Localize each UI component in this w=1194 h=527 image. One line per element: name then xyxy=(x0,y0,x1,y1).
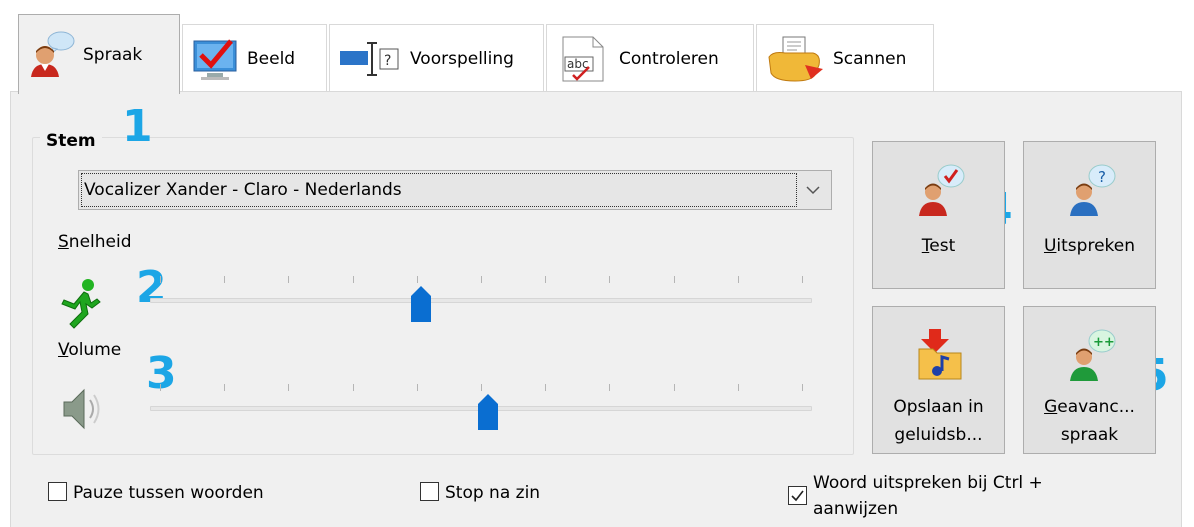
save-audio-button-label: Opslaan in geluidsb... xyxy=(893,393,983,449)
slider-tick xyxy=(545,384,546,391)
slider-tick xyxy=(609,384,610,391)
running-man-icon xyxy=(58,278,102,335)
annotation-1: 1 xyxy=(122,101,153,152)
slider-tick xyxy=(481,276,482,283)
tab-voorspelling[interactable]: ? Voorspelling xyxy=(329,24,544,92)
slider-tick xyxy=(224,276,225,283)
tab-label: Beeld xyxy=(247,48,296,69)
group-title: Stem xyxy=(40,131,102,151)
speak-button-label: Uitspreken xyxy=(1043,236,1136,256)
volume-label-text: olume xyxy=(68,340,122,360)
tab-scannen[interactable]: Scannen xyxy=(756,24,934,92)
slider-tick xyxy=(738,276,739,283)
advanced-speech-button-label: Geavanc... spraak xyxy=(1044,397,1135,445)
settings-window: Spraak Beeld ? Voorspelling abc Controle… xyxy=(0,0,1194,527)
volume-slider[interactable] xyxy=(150,384,812,430)
tab-spraak[interactable]: Spraak xyxy=(18,14,180,94)
pause-between-words-checkbox[interactable]: Pauze tussen woorden xyxy=(48,480,264,506)
checkbox-box[interactable] xyxy=(788,486,807,505)
slider-tick xyxy=(288,384,289,391)
slider-tick xyxy=(609,276,610,283)
monitor-check-icon xyxy=(191,35,239,83)
test-button-label: Test xyxy=(921,236,956,256)
checkbox-box[interactable] xyxy=(420,482,439,501)
tab-label: Voorspelling xyxy=(410,48,514,69)
svg-text:++: ++ xyxy=(1093,335,1115,350)
slider-tick xyxy=(674,384,675,391)
checkbox-label: Stop na zin xyxy=(445,483,541,503)
svg-text:?: ? xyxy=(384,53,391,69)
checkbox-label-line2: aanwijzen xyxy=(813,499,899,519)
slider-tick xyxy=(353,384,354,391)
voice-select-value: Vocalizer Xander - Claro - Nederlands xyxy=(81,173,797,207)
speak-button[interactable]: ? Uitspreken xyxy=(1023,141,1156,289)
slider-tick xyxy=(545,276,546,283)
svg-text:?: ? xyxy=(1098,168,1106,186)
checkmark-icon xyxy=(791,490,804,502)
advanced-speech-line1: eavanc... xyxy=(1057,397,1135,417)
save-audio-line2: geluidsb... xyxy=(894,425,983,445)
speed-slider-track xyxy=(150,298,812,303)
voice-select[interactable]: Vocalizer Xander - Claro - Nederlands xyxy=(78,170,832,210)
speed-slider-thumb[interactable] xyxy=(411,286,431,322)
chevron-down-icon[interactable] xyxy=(801,177,825,203)
speaker-icon xyxy=(60,386,104,437)
checkbox-label: Pauze tussen woorden xyxy=(73,483,264,503)
scanner-icon xyxy=(765,35,825,83)
person-plus-icon: ++ xyxy=(1062,327,1118,383)
advanced-speech-line2: spraak xyxy=(1060,425,1119,445)
slider-tick xyxy=(417,276,418,283)
slider-tick xyxy=(417,384,418,391)
slider-tick xyxy=(160,384,161,391)
speed-label-text: nelheid xyxy=(68,232,132,252)
stop-after-sentence-checkbox[interactable]: Stop na zin xyxy=(420,480,540,506)
volume-slider-thumb[interactable] xyxy=(478,394,498,430)
checkbox-label: Woord uitspreken bij Ctrl + aanwijzen xyxy=(813,470,1043,522)
slider-tick xyxy=(160,276,161,283)
speed-slider[interactable] xyxy=(150,276,812,322)
speed-label: Snelheid xyxy=(58,232,132,252)
tab-label: Spraak xyxy=(83,44,143,65)
checkbox-box[interactable] xyxy=(48,482,67,501)
save-audio-button[interactable]: Opslaan in geluidsb... xyxy=(872,306,1005,454)
spellcheck-document-icon: abc xyxy=(555,35,611,83)
slider-tick xyxy=(353,276,354,283)
save-music-folder-icon xyxy=(911,327,967,383)
text-cursor-icon: ? xyxy=(338,35,402,83)
tab-controleren[interactable]: abc Controleren xyxy=(546,24,754,92)
speak-button-text: itspreken xyxy=(1056,236,1136,256)
slider-tick xyxy=(674,276,675,283)
checkbox-label-line1: Woord uitspreken bij Ctrl + xyxy=(813,473,1043,493)
slider-tick xyxy=(738,384,739,391)
test-button-text: est xyxy=(929,236,956,256)
test-button[interactable]: Test xyxy=(872,141,1005,289)
volume-label: Volume xyxy=(58,340,122,360)
tab-label: Controleren xyxy=(619,48,719,69)
slider-tick xyxy=(288,276,289,283)
person-question-icon: ? xyxy=(1062,162,1118,218)
slider-tick xyxy=(802,276,803,283)
tab-beeld[interactable]: Beeld xyxy=(182,24,327,92)
speaking-person-icon xyxy=(27,31,75,79)
slider-tick xyxy=(224,384,225,391)
speak-word-ctrl-point-checkbox[interactable]: Woord uitspreken bij Ctrl + aanwijzen xyxy=(788,470,1043,522)
tab-label: Scannen xyxy=(833,48,907,69)
advanced-speech-button[interactable]: ++ Geavanc... spraak xyxy=(1023,306,1156,454)
slider-tick xyxy=(802,384,803,391)
person-check-icon xyxy=(911,162,967,218)
slider-tick xyxy=(481,384,482,391)
save-audio-line1: Opslaan in xyxy=(893,397,984,417)
